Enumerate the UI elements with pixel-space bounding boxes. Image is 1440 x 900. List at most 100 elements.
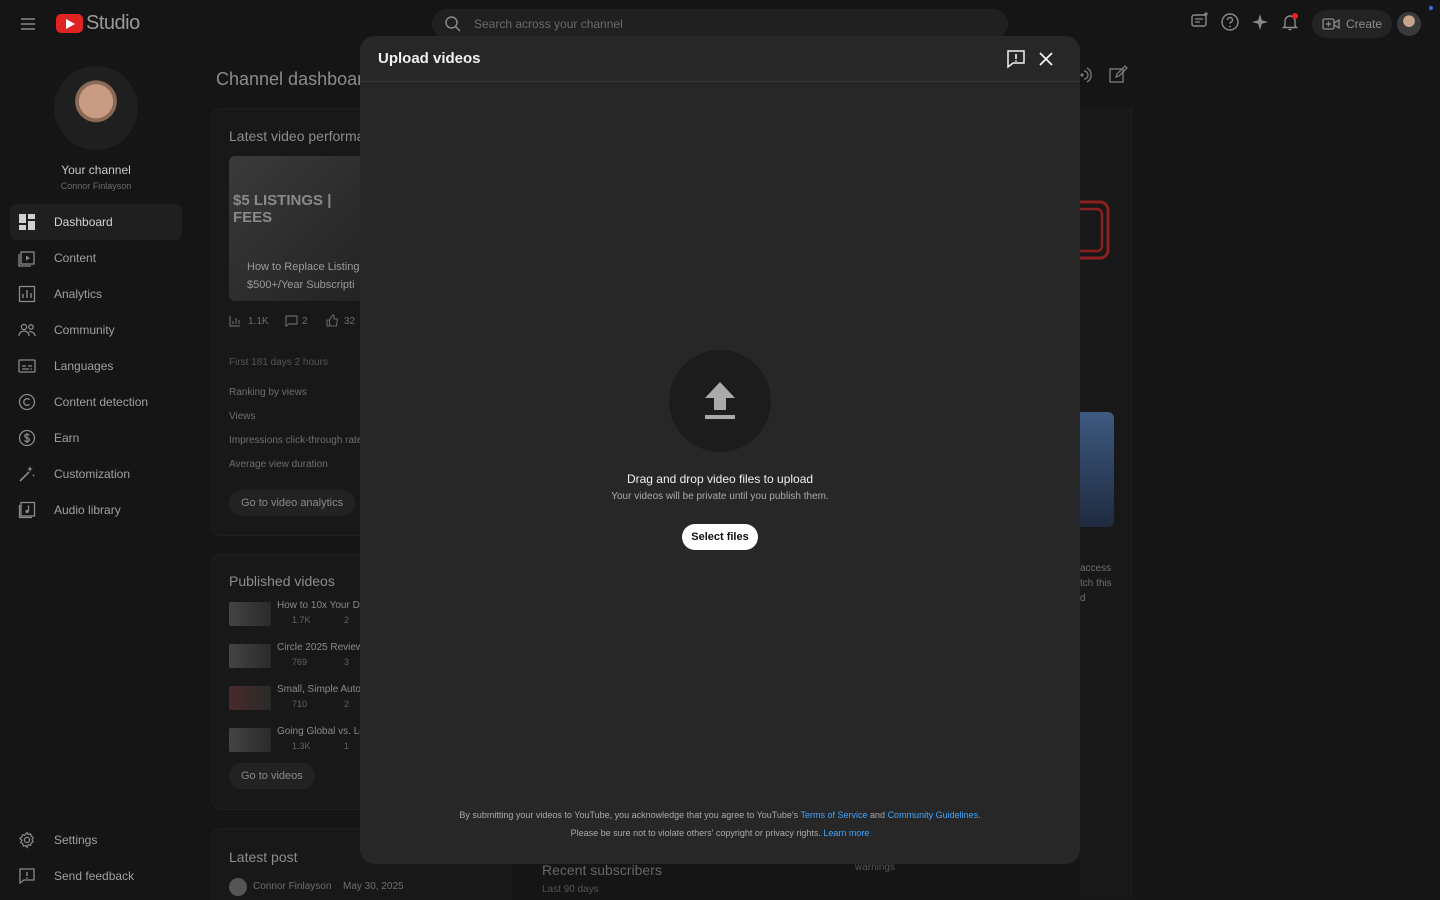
dashboard-icon bbox=[19, 214, 35, 230]
magic-wand-icon bbox=[19, 466, 35, 482]
go-to-video-analytics-button[interactable]: Go to video analytics bbox=[229, 490, 356, 516]
sidebar-item-content-detection[interactable]: Content detection bbox=[10, 384, 182, 420]
sidebar-item-customization[interactable]: Customization bbox=[10, 456, 182, 492]
sidebar-item-analytics[interactable]: Analytics bbox=[10, 276, 182, 312]
card-title: Latest video performa bbox=[229, 128, 365, 144]
legal-text: By submitting your videos to YouTube, yo… bbox=[459, 810, 801, 820]
video-title[interactable]: Circle 2025 Review: bbox=[277, 642, 366, 653]
learn-more-link[interactable]: Learn more bbox=[823, 828, 869, 838]
right-snippet: access bbox=[1080, 563, 1112, 574]
likes-count: 32 bbox=[344, 316, 356, 327]
sidebar-item-languages[interactable]: Languages bbox=[10, 348, 182, 384]
channel-avatar[interactable] bbox=[54, 66, 138, 150]
go-to-videos-button[interactable]: Go to videos bbox=[229, 763, 315, 789]
select-files-button[interactable]: Select files bbox=[682, 524, 758, 550]
search-input[interactable] bbox=[474, 17, 954, 31]
metric-ctr: Impressions click-through rate bbox=[229, 435, 363, 446]
video-title[interactable]: How to 10x Your D bbox=[277, 600, 360, 611]
sidebar-item-send-feedback[interactable]: Send feedback bbox=[10, 858, 182, 894]
dialog-header: Upload videos bbox=[360, 36, 1080, 82]
right-thumbnail bbox=[1080, 412, 1114, 527]
comments-icon bbox=[285, 315, 298, 327]
logo-text: Studio bbox=[86, 12, 140, 34]
sidebar-item-audio-library[interactable]: Audio library bbox=[10, 492, 182, 528]
video-thumbnail[interactable] bbox=[229, 686, 271, 710]
video-title-line1: How to Replace Listing bbox=[247, 261, 360, 273]
upload-videos-dialog: Upload videos Drag and drop video files … bbox=[360, 36, 1080, 864]
dollar-icon bbox=[18, 429, 36, 447]
video-thumbnail[interactable]: $5 LISTINGS | FEES How to Replace Listin… bbox=[229, 156, 369, 301]
sidebar-item-earn[interactable]: Earn bbox=[10, 420, 182, 456]
search-bar[interactable] bbox=[432, 9, 1008, 39]
video-thumbnail[interactable] bbox=[229, 602, 271, 626]
analytics-icon bbox=[18, 285, 36, 303]
card-title: Latest post bbox=[229, 849, 298, 865]
thumbnail-overlay-text: $5 LISTINGS | FEES bbox=[233, 192, 332, 226]
sidebar-item-label: Content detection bbox=[54, 395, 149, 409]
sidebar-item-community[interactable]: Community bbox=[10, 312, 182, 348]
views-chart-icon bbox=[229, 316, 240, 327]
content-icon bbox=[18, 251, 35, 267]
right-snippet: d bbox=[1080, 593, 1086, 604]
upload-drop-zone[interactable] bbox=[669, 350, 771, 452]
recent-subscribers-period: Last 90 days bbox=[542, 884, 599, 895]
notifications-bell-icon[interactable] bbox=[1280, 12, 1300, 32]
legal-text: . bbox=[978, 810, 981, 820]
sidebar-bottom-nav: Settings Send feedback bbox=[10, 822, 182, 894]
sparkle-icon[interactable] bbox=[1250, 12, 1270, 32]
create-button[interactable]: Create bbox=[1312, 10, 1393, 38]
video-views: 710 bbox=[292, 699, 308, 709]
audio-library-icon bbox=[18, 501, 36, 519]
video-comments: 2 bbox=[344, 699, 350, 709]
copyright-icon bbox=[18, 393, 36, 411]
sidebar-item-label: Earn bbox=[54, 431, 80, 445]
video-title-line2: $500+/Year Subscripti bbox=[247, 279, 355, 291]
create-label: Create bbox=[1346, 17, 1383, 31]
account-avatar[interactable] bbox=[1397, 12, 1421, 36]
drop-title: Drag and drop video files to upload bbox=[626, 472, 814, 486]
dialog-title: Upload videos bbox=[378, 50, 481, 67]
legal-notice-line2: Please be sure not to violate others' co… bbox=[360, 828, 1080, 838]
edit-icon[interactable] bbox=[1108, 65, 1128, 85]
sidebar: Your channel Connor Finlayson Dashboard … bbox=[0, 48, 192, 900]
channel-handle: Connor Finlayson bbox=[60, 181, 132, 191]
messages-icon[interactable] bbox=[1190, 12, 1210, 32]
video-comments: 3 bbox=[344, 657, 350, 667]
post-author: Connor Finlayson bbox=[253, 881, 332, 892]
video-views: 769 bbox=[292, 657, 308, 667]
card-title: Published videos bbox=[229, 573, 335, 589]
sidebar-item-label: Settings bbox=[54, 833, 98, 847]
community-icon bbox=[18, 323, 36, 337]
community-guidelines-link[interactable]: Community Guidelines bbox=[888, 810, 979, 820]
sidebar-item-label: Send feedback bbox=[54, 869, 135, 883]
feedback-icon bbox=[19, 868, 35, 885]
video-title[interactable]: Going Global vs. Lo bbox=[277, 726, 365, 737]
sidebar-item-content[interactable]: Content bbox=[10, 240, 182, 276]
sidebar-item-label: Community bbox=[54, 323, 115, 337]
recent-subscribers-title: Recent subscribers bbox=[542, 862, 662, 878]
help-icon[interactable] bbox=[1220, 12, 1240, 32]
hamburger-menu-icon[interactable] bbox=[18, 14, 38, 34]
close-icon[interactable] bbox=[1037, 50, 1055, 68]
video-thumbnail[interactable] bbox=[229, 644, 271, 668]
status-dot bbox=[1429, 6, 1433, 10]
video-views: 1.7K bbox=[292, 615, 311, 625]
video-views: 1.3K bbox=[292, 741, 311, 751]
gear-icon bbox=[18, 831, 34, 849]
sidebar-item-label: Content bbox=[54, 251, 97, 265]
post-date: May 30, 2025 bbox=[343, 881, 404, 892]
sidebar-item-label: Audio library bbox=[54, 503, 121, 517]
sidebar-item-settings[interactable]: Settings bbox=[10, 822, 182, 858]
top-icons bbox=[1190, 12, 1300, 32]
video-title[interactable]: Small, Simple Autor bbox=[277, 684, 364, 695]
report-feedback-icon[interactable] bbox=[1006, 49, 1026, 69]
sidebar-item-dashboard[interactable]: Dashboard bbox=[10, 204, 182, 240]
studio-logo[interactable]: Studio bbox=[56, 12, 140, 35]
video-thumbnail[interactable] bbox=[229, 728, 271, 752]
search-icon bbox=[445, 16, 461, 32]
video-comments: 1 bbox=[344, 741, 350, 751]
youtube-logo-icon bbox=[56, 14, 83, 33]
video-comments: 2 bbox=[344, 615, 350, 625]
upload-arrow-icon bbox=[705, 382, 735, 419]
terms-of-service-link[interactable]: Terms of Service bbox=[801, 810, 868, 820]
